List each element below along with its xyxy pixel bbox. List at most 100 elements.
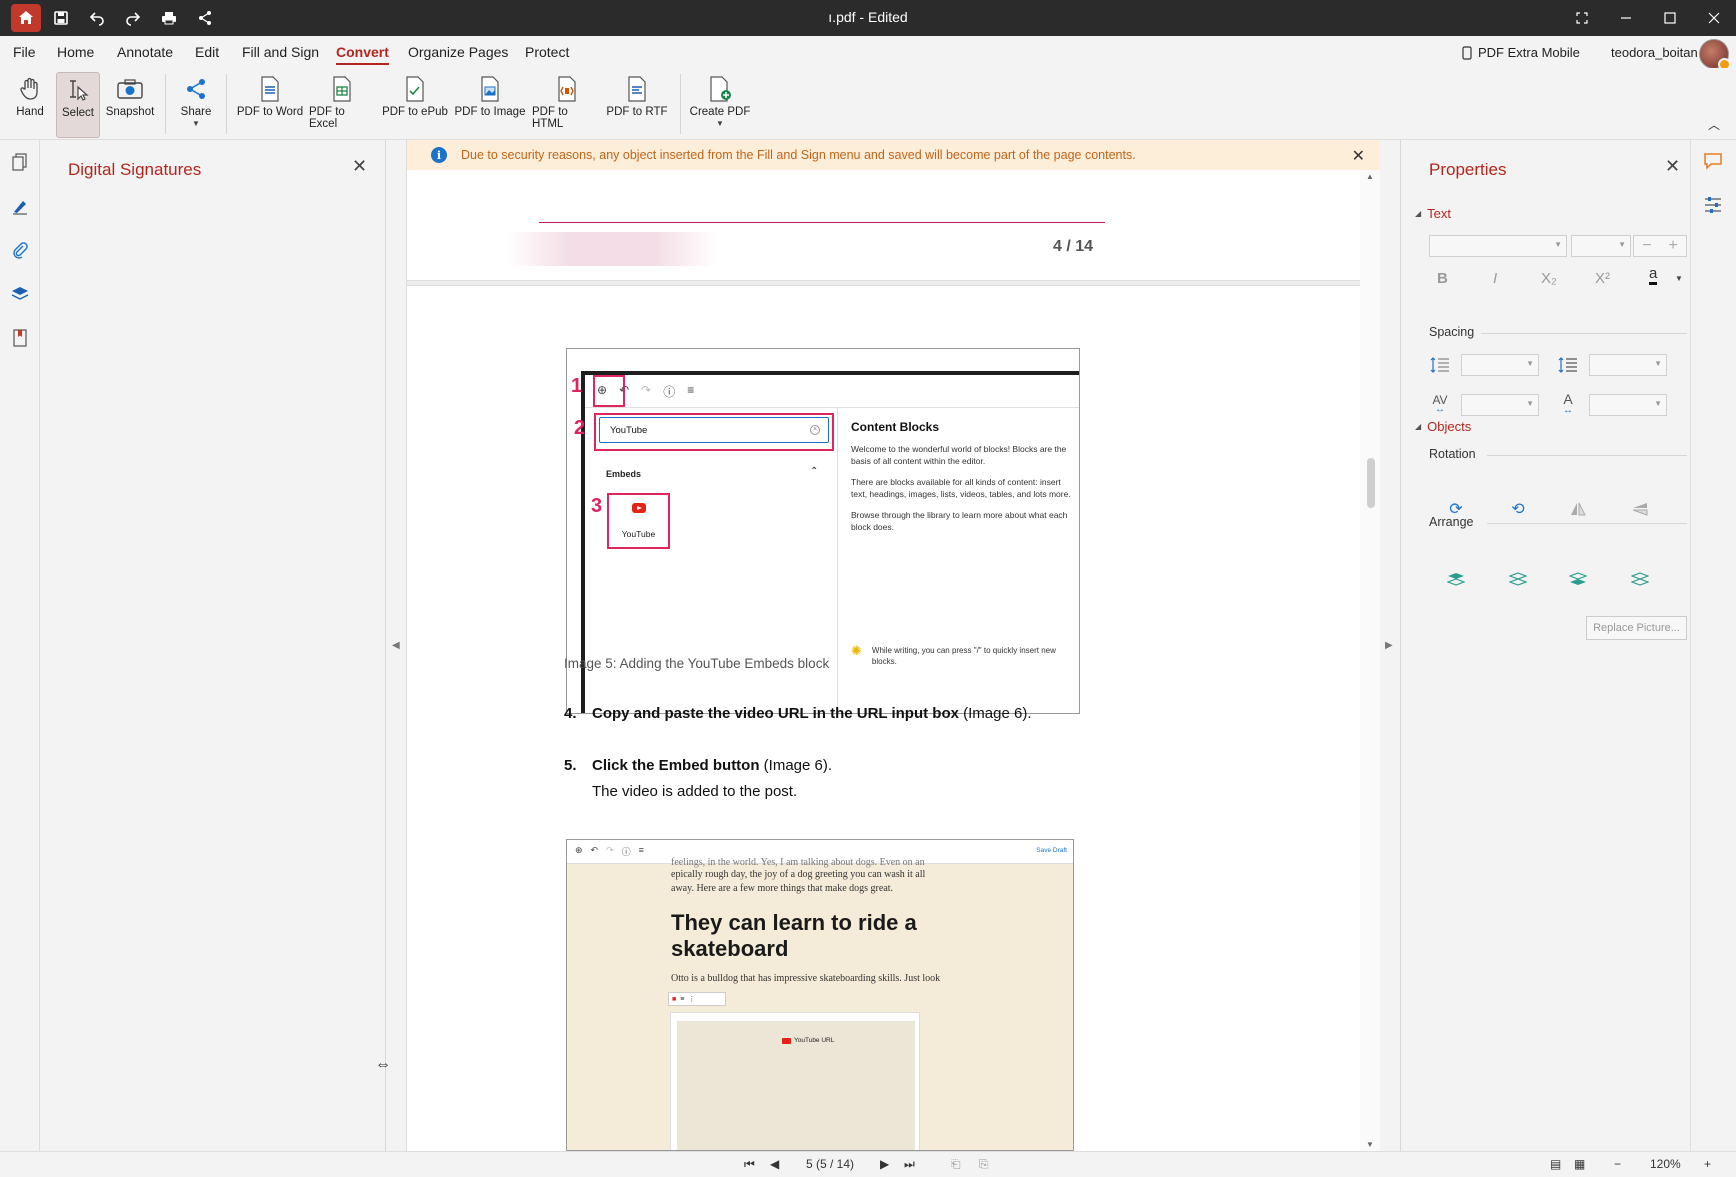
italic-button[interactable]: I [1493,270,1497,287]
properties-sliders-icon[interactable] [1703,196,1723,219]
close-icon[interactable] [1694,4,1734,32]
menu-organize-pages[interactable]: Organize Pages [408,44,508,60]
superscript-button[interactable]: X² [1595,270,1610,287]
step-number: 5. [564,757,577,774]
menu-protect[interactable]: Protect [525,44,569,60]
maximize-icon[interactable] [1650,4,1690,32]
close-panel-icon[interactable]: ✕ [352,156,367,177]
share-button[interactable]: Share ▼ [174,72,218,138]
youtube-url-label: YouTube URL [782,1037,834,1044]
layers-icon[interactable] [8,282,32,306]
font-family-select[interactable]: ▼ [1429,235,1567,257]
chevron-down-icon: ▼ [1526,359,1534,368]
continuous-view-icon[interactable]: ▦ [1574,1157,1585,1171]
page-indicator[interactable]: 5 (5 / 14) [806,1157,854,1171]
minimize-icon[interactable] [1606,4,1646,32]
pages-icon[interactable] [8,150,32,174]
highlight-box-1 [593,375,625,407]
post-text: Otto is a bulldog that has impressive sk… [671,973,941,984]
menu-edit[interactable]: Edit [195,44,219,60]
next-view-icon[interactable]: ⎘ [979,1157,989,1172]
snapshot-button[interactable]: Snapshot [104,72,156,138]
font-size-select[interactable]: ▼ [1571,235,1631,257]
replace-picture-button[interactable]: Replace Picture... [1586,616,1687,640]
vertical-scrollbar[interactable]: ▲ ▼ [1360,170,1380,1151]
bring-to-front-icon[interactable] [1445,568,1467,590]
username[interactable]: teodora_boitan [1611,45,1698,60]
pdf-to-word-icon [259,72,281,106]
camera-icon [116,72,144,106]
objects-section-header[interactable]: Objects [1415,419,1471,434]
zoom-level[interactable]: 120% [1650,1157,1681,1171]
select-tool-button[interactable]: Select [56,72,100,138]
menu-annotate[interactable]: Annotate [117,44,173,60]
scroll-down-icon[interactable]: ▼ [1366,1140,1374,1149]
chevron-down-icon[interactable]: ▼ [1675,274,1683,283]
share-label: Share [180,106,212,118]
paragraph-spacing-select[interactable]: ▼ [1589,354,1667,376]
info-icon: i [431,147,447,163]
character-spacing-select[interactable]: ▼ [1461,394,1539,416]
text-section-header[interactable]: Text [1415,206,1451,221]
bold-button[interactable]: B [1437,270,1448,287]
pdf-to-excel-button[interactable]: PDF to Excel [309,72,375,138]
subscript-button[interactable]: X₂ [1541,270,1557,287]
pdf-to-image-icon [479,72,501,106]
next-page-icon[interactable]: ▶ [880,1157,889,1171]
select-cursor-icon [66,73,90,107]
attachment-icon[interactable] [8,238,32,262]
fullscreen-icon[interactable] [1562,4,1602,32]
send-backward-icon[interactable] [1567,568,1589,590]
editor-tools: ⊕ ↶ ↷ ⓘ ≡ [575,845,644,858]
panel-title: Digital Signatures [68,160,202,179]
decrease-icon[interactable]: − [1642,237,1651,255]
text-color-button[interactable]: a [1649,266,1658,285]
pdf-to-html-button[interactable]: PDF to HTML [532,72,602,138]
hand-icon [19,72,41,106]
signature-icon[interactable] [8,194,32,218]
pdf-extra-mobile-link[interactable]: PDF Extra Mobile [1462,45,1580,60]
menu-convert[interactable]: Convert [336,44,389,65]
menu-fill-and-sign[interactable]: Fill and Sign [242,44,319,60]
bookmark-icon[interactable] [8,326,32,350]
pdf-to-image-button[interactable]: PDF to Image [454,72,526,138]
font-size-stepper[interactable]: − + [1633,235,1687,257]
marker-1: 1 [571,375,583,397]
avatar[interactable] [1699,39,1731,71]
last-page-icon[interactable]: ⏭ [904,1157,915,1172]
pdf-to-epub-button[interactable]: PDF to ePub [381,72,449,138]
zoom-out-icon[interactable]: − [1614,1157,1621,1171]
chevron-down-icon: ▼ [1654,359,1662,368]
previous-page-icon[interactable]: ◀ [770,1157,779,1171]
menu-file[interactable]: File [13,44,36,60]
add-block-icon: ⊕ [575,845,583,855]
pdf-to-word-button[interactable]: PDF to Word [235,72,305,138]
create-pdf-button[interactable]: Create PDF ▼ [689,72,751,138]
pdf-to-image-label: PDF to Image [454,106,526,118]
text-scale-icon: A ↔ [1563,391,1573,416]
first-page-icon[interactable]: ⏮ [744,1157,755,1172]
collapse-right-panel-icon[interactable]: ▶ [1385,640,1393,651]
rotate-counterclockwise-icon[interactable]: ⟲ [1507,498,1529,520]
collapse-left-panel-icon[interactable]: ◀ [392,640,400,651]
close-panel-icon[interactable]: ✕ [1665,156,1680,177]
comments-icon[interactable] [1703,152,1723,175]
text-scale-select[interactable]: ▼ [1589,394,1667,416]
increase-icon[interactable]: + [1668,237,1677,255]
scrollbar-thumb[interactable] [1367,458,1375,508]
previous-view-icon[interactable]: ⎗ [951,1157,961,1172]
single-page-view-icon[interactable]: ▤ [1550,1157,1561,1171]
line-spacing-select[interactable]: ▼ [1461,354,1539,376]
document-viewer[interactable]: i Due to security reasons, any object in… [406,140,1380,1151]
hand-tool-button[interactable]: Hand [10,72,50,138]
scroll-up-icon[interactable]: ▲ [1366,172,1374,181]
flip-vertical-icon[interactable] [1629,498,1651,520]
send-to-back-icon[interactable] [1629,568,1651,590]
pdf-to-rtf-button[interactable]: PDF to RTF [606,72,668,138]
close-notice-icon[interactable]: ✕ [1352,146,1365,166]
collapse-ribbon-icon[interactable]: ︿ [1708,116,1720,133]
menu-home[interactable]: Home [57,44,94,60]
flip-horizontal-icon[interactable] [1567,498,1589,520]
bring-forward-icon[interactable] [1507,568,1529,590]
zoom-in-icon[interactable]: + [1704,1157,1711,1171]
